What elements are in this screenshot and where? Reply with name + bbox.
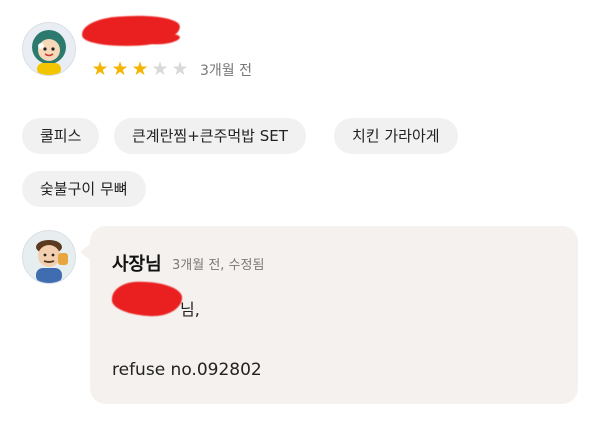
menu-tag[interactable]: 쿨피스	[22, 118, 100, 154]
star-icon: ★	[171, 58, 189, 80]
reviewer-avatar-icon[interactable]	[22, 22, 76, 76]
greeting-name-redacted	[111, 280, 183, 318]
reply-body: refuse no.092802	[112, 360, 262, 380]
review-time: 3개월 전	[200, 63, 252, 79]
menu-tag[interactable]: 숯불구이 무뼈	[22, 171, 146, 207]
star-icon: ★	[91, 58, 109, 80]
review-header: ★ ★ ★ ★ ★ 3개월 전	[22, 13, 582, 82]
menu-tag[interactable]: 치킨 가라아게	[334, 118, 458, 154]
star-icon: ★	[131, 58, 149, 80]
greeting-suffix: 님,	[180, 300, 200, 319]
owner-avatar-icon[interactable]	[22, 230, 76, 284]
star-icon: ★	[151, 58, 169, 80]
owner-reply-bubble: 사장님 3개월 전, 수정됨 님, refuse no.092802	[80, 226, 578, 404]
star-icon: ★	[111, 58, 129, 80]
reply-meta: 3개월 전, 수정됨	[172, 258, 265, 273]
rating-stars: ★ ★ ★ ★ ★	[90, 59, 190, 79]
menu-tag[interactable]: 큰계란찜+큰주먹밥 SET	[114, 118, 306, 154]
owner-name: 사장님	[112, 254, 162, 275]
